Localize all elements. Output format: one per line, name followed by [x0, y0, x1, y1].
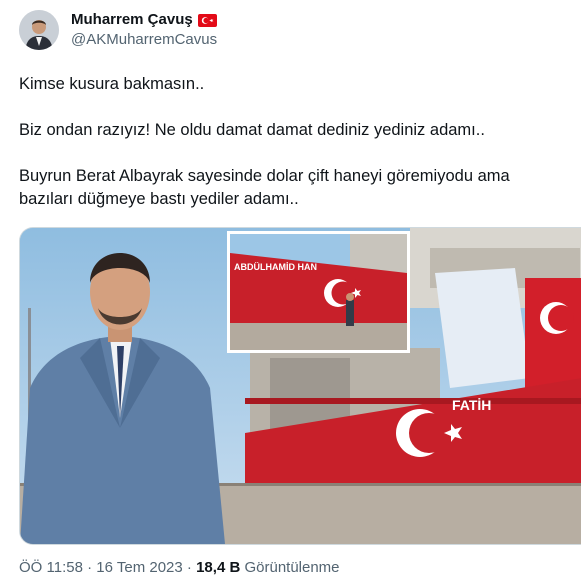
meta-separator: · [186, 559, 192, 576]
tweet-line-2: Biz ondan razıyız! Ne oldu damat damat d… [19, 121, 485, 139]
avatar-image [19, 10, 59, 50]
tweet-text: Kimse kusura bakmasın.. Biz ondan razıyı… [19, 73, 564, 211]
author-handle[interactable]: @AKMuharremCavus [71, 31, 217, 49]
meta-separator: · [87, 559, 93, 576]
inset-ship-name: ABDÜLHAMİD HAN [234, 262, 317, 272]
tweet-time[interactable]: ÖÖ 11:58 [19, 559, 83, 576]
tweet-line-1: Kimse kusura bakmasın.. [19, 75, 205, 93]
media-photo: FATİH ABDÜLHAMİD HAN [20, 228, 581, 544]
tweet-date[interactable]: 16 Tem 2023 [96, 559, 182, 576]
tweet-line-3: Buyrun Berat Albayrak sayesinde dolar çi… [19, 167, 510, 208]
author-display-name[interactable]: Muharrem Çavuş [71, 11, 193, 29]
tweet-meta: ÖÖ 11:58 · 16 Tem 2023 · 18,4 B Görüntül… [19, 559, 340, 577]
turkey-flag-icon [197, 13, 217, 27]
avatar[interactable] [19, 10, 59, 50]
main-ship-name: FATİH [452, 397, 491, 413]
views-label: Görüntülenme [244, 559, 340, 576]
author-name-row[interactable]: Muharrem Çavuş [71, 11, 217, 29]
tweet-media-image[interactable]: FATİH ABDÜLHAMİD HAN [19, 227, 581, 545]
views-count: 18,4 B [196, 559, 241, 576]
